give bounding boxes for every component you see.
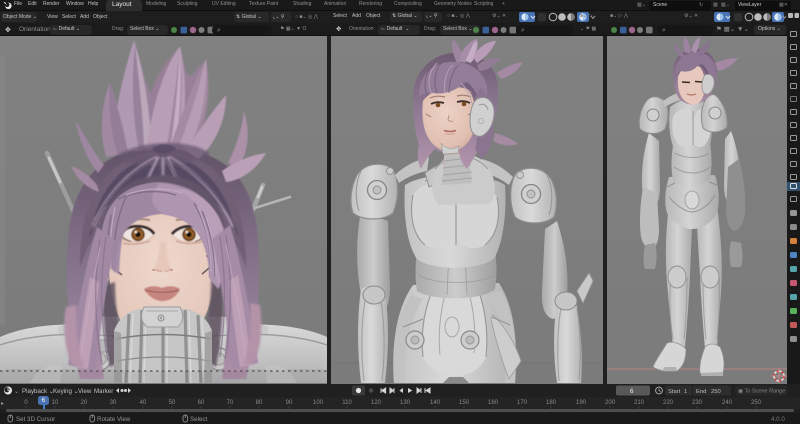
svg-text:90: 90 [286, 400, 293, 406]
svg-text:60: 60 [198, 400, 205, 406]
svg-text:250: 250 [751, 400, 762, 406]
svg-text:120: 120 [371, 400, 382, 406]
svg-text:30: 30 [110, 400, 117, 406]
svg-text:Set 3D Cursor: Set 3D Cursor [16, 416, 55, 423]
svg-text:Rotate View: Rotate View [97, 416, 131, 423]
svg-text:0: 0 [24, 400, 28, 406]
svg-text:220: 220 [663, 400, 674, 406]
svg-text:40: 40 [140, 400, 147, 406]
svg-text:180: 180 [546, 400, 557, 406]
svg-text:Playback ⌄: Playback ⌄ [22, 388, 54, 395]
svg-text:Select: Select [190, 416, 207, 423]
svg-text:6: 6 [630, 388, 634, 395]
svg-text:Start: Start [668, 389, 681, 395]
svg-text:240: 240 [722, 400, 733, 406]
svg-text:80: 80 [256, 400, 263, 406]
svg-text:230: 230 [692, 400, 703, 406]
svg-text:210: 210 [634, 400, 645, 406]
svg-text:190: 190 [576, 400, 587, 406]
svg-text:4.0.0: 4.0.0 [771, 416, 785, 423]
svg-text:Keying ⌄: Keying ⌄ [53, 388, 79, 395]
svg-text:110: 110 [342, 400, 352, 406]
svg-text:View: View [78, 388, 92, 395]
svg-text:70: 70 [227, 400, 234, 406]
svg-text:130: 130 [400, 400, 411, 406]
svg-text:End: End [696, 389, 706, 395]
svg-text:150: 150 [459, 400, 470, 406]
svg-text:100: 100 [313, 400, 324, 406]
svg-text:▣ To Scene Range: ▣ To Scene Range [738, 389, 785, 395]
svg-text:200: 200 [605, 400, 616, 406]
svg-text:250: 250 [711, 389, 721, 395]
svg-text:50: 50 [169, 400, 176, 406]
svg-text:10: 10 [52, 400, 59, 406]
svg-text:Marker: Marker [94, 388, 113, 395]
svg-text:⌄: ⌄ [14, 389, 19, 395]
svg-text:140: 140 [430, 400, 441, 406]
svg-text:1: 1 [684, 389, 687, 395]
svg-text:170: 170 [517, 400, 528, 406]
svg-text:20: 20 [81, 400, 88, 406]
svg-text:160: 160 [488, 400, 499, 406]
